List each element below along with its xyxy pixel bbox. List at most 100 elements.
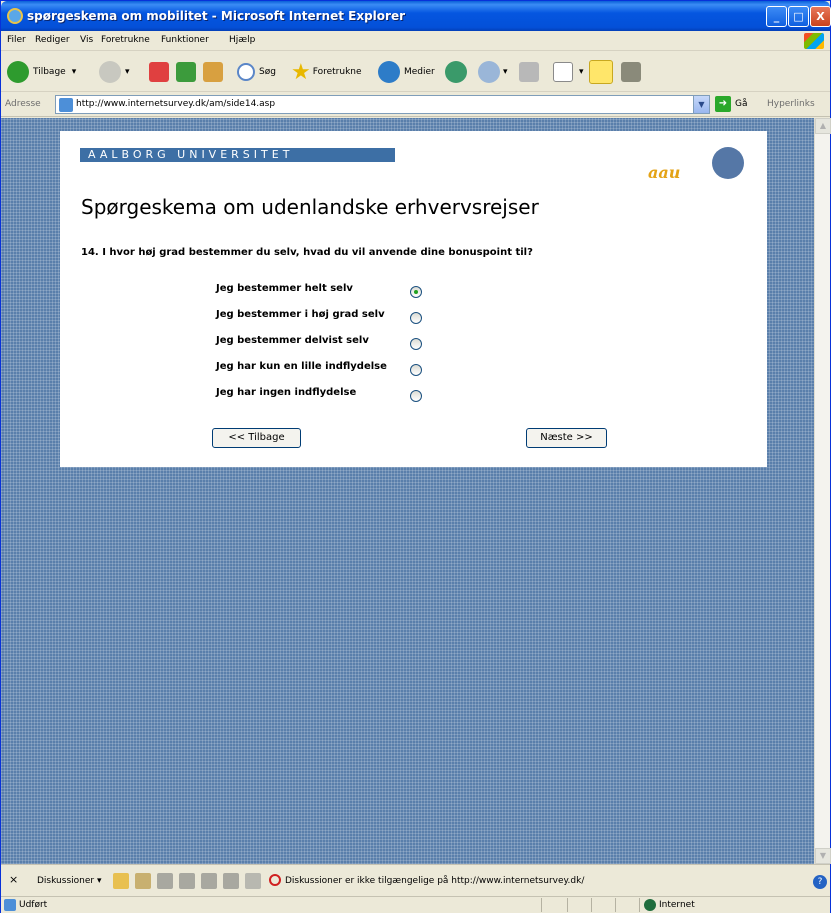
home-icon bbox=[203, 62, 223, 82]
browser-window: spørgeskema om mobilitet - Microsoft Int… bbox=[0, 0, 831, 913]
address-bar: Adresse http://www.internetsurvey.dk/am/… bbox=[1, 93, 830, 117]
go-button[interactable]: ➜ Gå bbox=[715, 96, 748, 112]
favorites-button[interactable]: ★ Foretrukne bbox=[291, 58, 362, 86]
aau-logo: aau bbox=[648, 145, 748, 185]
university-banner: AALBORG UNIVERSITET bbox=[80, 148, 395, 162]
menu-view[interactable]: Vis bbox=[80, 35, 93, 45]
mail-button[interactable]: ▾ bbox=[478, 58, 508, 86]
collapse-icon[interactable] bbox=[179, 873, 195, 889]
expand-icon[interactable] bbox=[157, 873, 173, 889]
option-label: Jeg bestemmer delvist selv bbox=[216, 335, 369, 346]
search-button[interactable]: Søg bbox=[237, 58, 276, 86]
globe-icon bbox=[644, 899, 656, 911]
page-icon bbox=[4, 899, 16, 911]
back-label: Tilbage bbox=[33, 67, 66, 77]
vertical-scrollbar[interactable]: ▲ ▼ bbox=[814, 118, 831, 864]
help-icon[interactable]: ? bbox=[813, 875, 827, 889]
status-divider bbox=[639, 898, 640, 912]
back-page-button[interactable]: << Tilbage bbox=[212, 428, 301, 448]
history-button[interactable] bbox=[445, 58, 467, 86]
media-icon bbox=[378, 61, 400, 83]
mail-icon bbox=[478, 61, 500, 83]
reply-icon[interactable] bbox=[135, 873, 151, 889]
messenger-button[interactable] bbox=[621, 58, 641, 86]
menu-edit[interactable]: Rediger bbox=[35, 35, 70, 45]
scroll-down-icon[interactable]: ▼ bbox=[815, 848, 831, 864]
home-button[interactable] bbox=[203, 58, 223, 86]
subscribe-icon[interactable] bbox=[245, 873, 261, 889]
stop-button[interactable] bbox=[149, 58, 169, 86]
status-divider bbox=[541, 898, 542, 912]
discussions-message: Diskussioner er ikke tilgængelige på htt… bbox=[285, 876, 585, 886]
print-button[interactable] bbox=[519, 58, 539, 86]
option-radio[interactable] bbox=[410, 338, 422, 350]
search-icon bbox=[237, 63, 255, 81]
option-radio[interactable] bbox=[410, 312, 422, 324]
aau-logo-text: aau bbox=[648, 163, 681, 182]
status-bar: Udført Internet bbox=[1, 896, 830, 913]
next-icon[interactable] bbox=[223, 873, 239, 889]
chevron-down-icon[interactable]: ▼ bbox=[693, 96, 709, 113]
refresh-button[interactable] bbox=[176, 58, 196, 86]
option-label: Jeg bestemmer i høj grad selv bbox=[216, 309, 385, 320]
menu-file[interactable]: Filer bbox=[7, 35, 26, 45]
star-icon: ★ bbox=[291, 59, 311, 85]
address-label: Adresse bbox=[5, 99, 41, 109]
windows-logo-icon bbox=[804, 33, 824, 49]
security-zone: Internet bbox=[659, 900, 695, 910]
menu-favorites[interactable]: Foretrukne bbox=[101, 35, 150, 45]
option-label: Jeg bestemmer helt selv bbox=[216, 283, 353, 294]
option-radio[interactable] bbox=[410, 286, 422, 298]
discussions-menu[interactable]: Diskussioner ▾ bbox=[37, 876, 101, 886]
menu-tools[interactable]: Funktioner bbox=[161, 35, 209, 45]
status-divider bbox=[591, 898, 592, 912]
question-text: 14. I hvor høj grad bestemmer du selv, h… bbox=[81, 247, 533, 258]
minimize-button[interactable]: _ bbox=[766, 6, 787, 27]
page-viewport: AALBORG UNIVERSITET aau Spørgeskema om u… bbox=[1, 118, 814, 864]
forward-button[interactable]: ▾ bbox=[99, 58, 130, 86]
ie-logo-icon bbox=[7, 8, 23, 24]
edit-button[interactable]: ▾ bbox=[553, 58, 584, 86]
scroll-up-icon[interactable]: ▲ bbox=[815, 118, 831, 134]
option-radio[interactable] bbox=[410, 364, 422, 376]
menu-help[interactable]: Hjælp bbox=[229, 35, 255, 45]
survey-panel: AALBORG UNIVERSITET aau Spørgeskema om u… bbox=[60, 131, 767, 467]
address-url: http://www.internetsurvey.dk/am/side14.a… bbox=[76, 99, 276, 109]
back-button[interactable]: Tilbage ▾ bbox=[7, 58, 76, 86]
option-label: Jeg har kun en lille indflydelse bbox=[216, 361, 387, 372]
next-page-button[interactable]: Næste >> bbox=[526, 428, 607, 448]
option-label: Jeg har ingen indflydelse bbox=[216, 387, 357, 398]
maximize-button[interactable]: □ bbox=[788, 6, 809, 27]
go-arrow-icon: ➜ bbox=[715, 96, 731, 112]
status-divider bbox=[615, 898, 616, 912]
toolbar: Tilbage ▾ ▾ Søg ★ Foretrukne Medier ▾ ▾ bbox=[1, 52, 830, 92]
messenger-icon bbox=[621, 62, 641, 82]
window-title: spørgeskema om mobilitet - Microsoft Int… bbox=[27, 9, 405, 23]
address-input[interactable]: http://www.internetsurvey.dk/am/side14.a… bbox=[55, 95, 710, 114]
chevron-down-icon: ▾ bbox=[125, 67, 130, 77]
back-arrow-icon bbox=[7, 61, 29, 83]
close-button[interactable]: X bbox=[810, 6, 831, 27]
refresh-icon bbox=[176, 62, 196, 82]
notes-button[interactable] bbox=[589, 58, 613, 86]
aau-logo-icon bbox=[712, 147, 744, 179]
chevron-down-icon: ▾ bbox=[503, 67, 508, 77]
note-icon bbox=[589, 60, 613, 84]
go-label: Gå bbox=[735, 99, 748, 109]
media-button[interactable]: Medier bbox=[378, 58, 435, 86]
option-radio[interactable] bbox=[410, 390, 422, 402]
title-bar[interactable]: spørgeskema om mobilitet - Microsoft Int… bbox=[1, 1, 831, 31]
favorites-label: Foretrukne bbox=[312, 67, 362, 77]
unavailable-icon bbox=[269, 874, 281, 886]
discussions-bar: × Diskussioner ▾ Diskussioner er ikke ti… bbox=[1, 864, 830, 896]
previous-icon[interactable] bbox=[201, 873, 217, 889]
forward-arrow-icon bbox=[99, 61, 121, 83]
chevron-down-icon: ▾ bbox=[71, 67, 77, 77]
links-button[interactable]: Hyperlinks bbox=[767, 99, 815, 109]
print-icon bbox=[519, 62, 539, 82]
new-discussion-icon[interactable] bbox=[113, 873, 129, 889]
menu-bar: Filer Rediger Vis Foretrukne Funktioner … bbox=[1, 31, 830, 51]
history-icon bbox=[445, 61, 467, 83]
chevron-down-icon: ▾ bbox=[579, 67, 584, 77]
close-discussions-button[interactable]: × bbox=[9, 873, 18, 886]
